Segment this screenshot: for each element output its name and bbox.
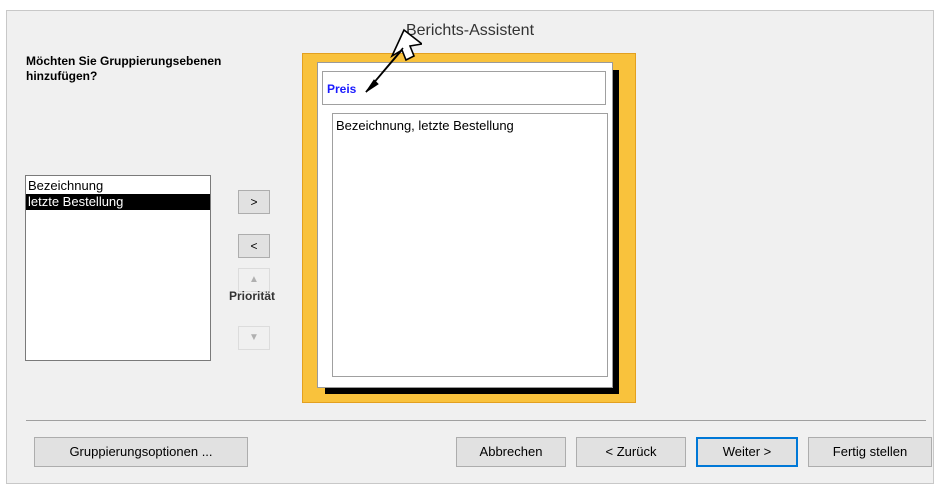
next-button[interactable]: Weiter > xyxy=(696,437,798,467)
cancel-button[interactable]: Abbrechen xyxy=(456,437,566,467)
priority-down-button[interactable]: ▼ xyxy=(238,326,270,350)
priority-label: Priorität xyxy=(228,289,275,303)
window-title: Berichts-Assistent xyxy=(405,22,535,39)
available-fields-list[interactable]: Bezeichnung letzte Bestellung xyxy=(25,175,211,361)
finish-button[interactable]: Fertig stellen xyxy=(808,437,932,467)
footer-separator xyxy=(26,420,926,421)
group-field-label: Preis xyxy=(327,82,357,96)
add-group-button[interactable]: > xyxy=(238,190,270,214)
arrow-down-icon: ▼ xyxy=(249,332,259,343)
detail-fields-label: Bezeichnung, letzte Bestellung xyxy=(336,118,514,133)
field-item-letzte-bestellung[interactable]: letzte Bestellung xyxy=(26,194,210,210)
title-bar: Berichts-Assistent xyxy=(7,11,933,50)
report-preview: Preis Bezeichnung, letzte Bestellung xyxy=(302,53,636,403)
pointer-arrow-icon xyxy=(365,28,422,93)
grouping-options-button[interactable]: Gruppierungsoptionen ... xyxy=(34,437,248,467)
detail-fields-box: Bezeichnung, letzte Bestellung xyxy=(332,113,608,377)
grouping-question: Möchten Sie Gruppierungsebenen hinzufüge… xyxy=(26,54,222,83)
preview-page: Preis Bezeichnung, letzte Bestellung xyxy=(317,62,613,388)
arrow-up-icon: ▲ xyxy=(249,274,259,285)
remove-group-button[interactable]: < xyxy=(238,234,270,258)
field-item-bezeichnung[interactable]: Bezeichnung xyxy=(26,178,210,194)
back-button[interactable]: < Zurück xyxy=(576,437,686,467)
